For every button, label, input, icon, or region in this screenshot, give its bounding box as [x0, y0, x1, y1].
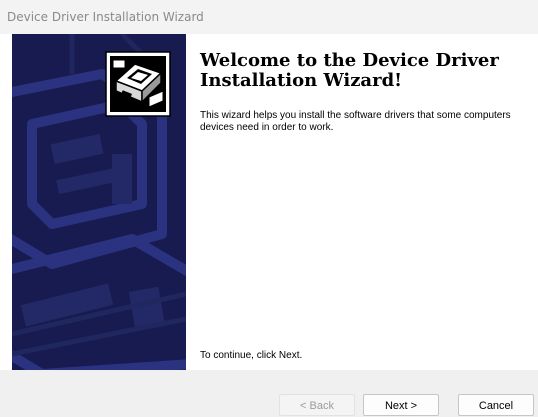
title-bar[interactable]: Device Driver Installation Wizard: [0, 0, 538, 34]
wizard-side-banner: [12, 34, 186, 370]
window-title: Device Driver Installation Wizard: [7, 10, 204, 24]
wizard-window: Device Driver Installation Wizard Welcom…: [0, 0, 538, 417]
wizard-description: This wizard helps you install the softwa…: [200, 110, 511, 133]
computer-install-icon: [105, 51, 171, 117]
back-button[interactable]: < Back: [279, 394, 355, 416]
cancel-button[interactable]: Cancel: [458, 394, 534, 416]
wizard-content: Welcome to the Device Driver Installatio…: [186, 34, 538, 370]
button-bar: < Back Next > Cancel: [0, 370, 538, 417]
next-button[interactable]: Next >: [363, 394, 439, 416]
page-title: Welcome to the Device Driver Installatio…: [200, 50, 499, 91]
continue-instruction: To continue, click Next.: [200, 350, 303, 361]
